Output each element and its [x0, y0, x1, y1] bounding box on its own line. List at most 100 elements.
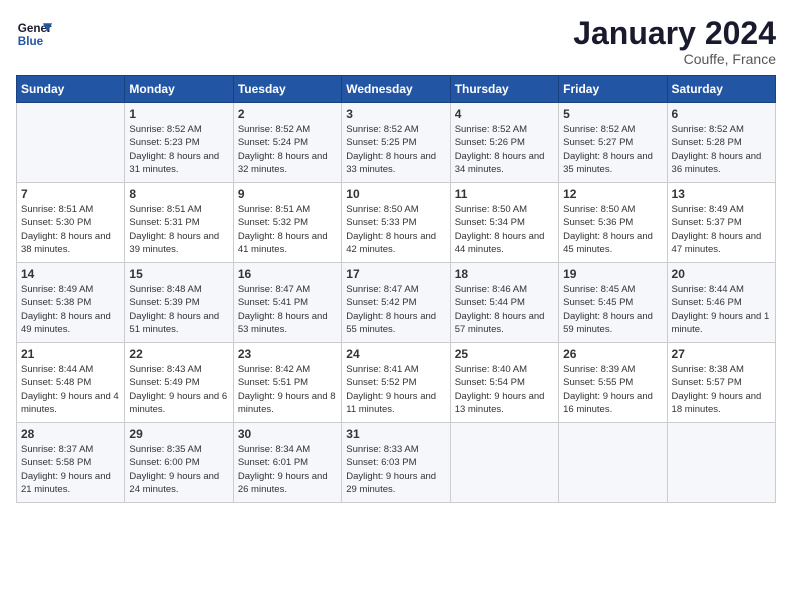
day-cell: 9 Sunrise: 8:51 AMSunset: 5:32 PMDayligh… [233, 183, 341, 263]
day-cell: 3 Sunrise: 8:52 AMSunset: 5:25 PMDayligh… [342, 103, 450, 183]
day-detail: Sunrise: 8:49 AMSunset: 5:38 PMDaylight:… [21, 283, 120, 336]
day-cell: 16 Sunrise: 8:47 AMSunset: 5:41 PMDaylig… [233, 263, 341, 343]
day-number: 8 [129, 187, 228, 201]
day-detail: Sunrise: 8:43 AMSunset: 5:49 PMDaylight:… [129, 363, 228, 416]
day-number: 15 [129, 267, 228, 281]
day-detail: Sunrise: 8:45 AMSunset: 5:45 PMDaylight:… [563, 283, 662, 336]
day-cell: 19 Sunrise: 8:45 AMSunset: 5:45 PMDaylig… [559, 263, 667, 343]
calendar-table: Sunday Monday Tuesday Wednesday Thursday… [16, 75, 776, 503]
day-cell: 11 Sunrise: 8:50 AMSunset: 5:34 PMDaylig… [450, 183, 558, 263]
day-number: 2 [238, 107, 337, 121]
day-number: 13 [672, 187, 771, 201]
day-cell: 26 Sunrise: 8:39 AMSunset: 5:55 PMDaylig… [559, 343, 667, 423]
day-cell: 1 Sunrise: 8:52 AMSunset: 5:23 PMDayligh… [125, 103, 233, 183]
day-cell: 25 Sunrise: 8:40 AMSunset: 5:54 PMDaylig… [450, 343, 558, 423]
day-cell: 28 Sunrise: 8:37 AMSunset: 5:58 PMDaylig… [17, 423, 125, 503]
day-cell: 15 Sunrise: 8:48 AMSunset: 5:39 PMDaylig… [125, 263, 233, 343]
day-detail: Sunrise: 8:35 AMSunset: 6:00 PMDaylight:… [129, 443, 228, 496]
day-number: 4 [455, 107, 554, 121]
day-cell: 27 Sunrise: 8:38 AMSunset: 5:57 PMDaylig… [667, 343, 775, 423]
day-detail: Sunrise: 8:41 AMSunset: 5:52 PMDaylight:… [346, 363, 445, 416]
logo: General Blue [16, 16, 52, 52]
day-cell: 21 Sunrise: 8:44 AMSunset: 5:48 PMDaylig… [17, 343, 125, 423]
week-row-1: 1 Sunrise: 8:52 AMSunset: 5:23 PMDayligh… [17, 103, 776, 183]
day-cell: 7 Sunrise: 8:51 AMSunset: 5:30 PMDayligh… [17, 183, 125, 263]
day-cell: 8 Sunrise: 8:51 AMSunset: 5:31 PMDayligh… [125, 183, 233, 263]
day-cell: 31 Sunrise: 8:33 AMSunset: 6:03 PMDaylig… [342, 423, 450, 503]
day-detail: Sunrise: 8:50 AMSunset: 5:36 PMDaylight:… [563, 203, 662, 256]
month-title: January 2024 [573, 16, 776, 51]
day-cell: 22 Sunrise: 8:43 AMSunset: 5:49 PMDaylig… [125, 343, 233, 423]
day-cell [559, 423, 667, 503]
day-detail: Sunrise: 8:50 AMSunset: 5:34 PMDaylight:… [455, 203, 554, 256]
day-detail: Sunrise: 8:40 AMSunset: 5:54 PMDaylight:… [455, 363, 554, 416]
day-detail: Sunrise: 8:38 AMSunset: 5:57 PMDaylight:… [672, 363, 771, 416]
day-detail: Sunrise: 8:42 AMSunset: 5:51 PMDaylight:… [238, 363, 337, 416]
day-detail: Sunrise: 8:37 AMSunset: 5:58 PMDaylight:… [21, 443, 120, 496]
day-cell: 6 Sunrise: 8:52 AMSunset: 5:28 PMDayligh… [667, 103, 775, 183]
day-number: 23 [238, 347, 337, 361]
header-tuesday: Tuesday [233, 76, 341, 103]
day-detail: Sunrise: 8:52 AMSunset: 5:25 PMDaylight:… [346, 123, 445, 176]
day-number: 9 [238, 187, 337, 201]
day-cell: 10 Sunrise: 8:50 AMSunset: 5:33 PMDaylig… [342, 183, 450, 263]
day-number: 22 [129, 347, 228, 361]
day-number: 25 [455, 347, 554, 361]
day-number: 5 [563, 107, 662, 121]
day-cell [667, 423, 775, 503]
day-detail: Sunrise: 8:44 AMSunset: 5:46 PMDaylight:… [672, 283, 771, 336]
day-number: 12 [563, 187, 662, 201]
day-cell: 30 Sunrise: 8:34 AMSunset: 6:01 PMDaylig… [233, 423, 341, 503]
day-detail: Sunrise: 8:52 AMSunset: 5:24 PMDaylight:… [238, 123, 337, 176]
day-detail: Sunrise: 8:44 AMSunset: 5:48 PMDaylight:… [21, 363, 120, 416]
day-number: 10 [346, 187, 445, 201]
day-detail: Sunrise: 8:39 AMSunset: 5:55 PMDaylight:… [563, 363, 662, 416]
day-number: 17 [346, 267, 445, 281]
day-number: 31 [346, 427, 445, 441]
day-number: 21 [21, 347, 120, 361]
header-row: Sunday Monday Tuesday Wednesday Thursday… [17, 76, 776, 103]
day-cell: 4 Sunrise: 8:52 AMSunset: 5:26 PMDayligh… [450, 103, 558, 183]
day-detail: Sunrise: 8:49 AMSunset: 5:37 PMDaylight:… [672, 203, 771, 256]
day-detail: Sunrise: 8:46 AMSunset: 5:44 PMDaylight:… [455, 283, 554, 336]
day-number: 6 [672, 107, 771, 121]
week-row-3: 14 Sunrise: 8:49 AMSunset: 5:38 PMDaylig… [17, 263, 776, 343]
calendar-body: 1 Sunrise: 8:52 AMSunset: 5:23 PMDayligh… [17, 103, 776, 503]
svg-text:Blue: Blue [18, 35, 44, 48]
day-detail: Sunrise: 8:51 AMSunset: 5:31 PMDaylight:… [129, 203, 228, 256]
day-detail: Sunrise: 8:51 AMSunset: 5:30 PMDaylight:… [21, 203, 120, 256]
day-cell: 24 Sunrise: 8:41 AMSunset: 5:52 PMDaylig… [342, 343, 450, 423]
day-cell: 13 Sunrise: 8:49 AMSunset: 5:37 PMDaylig… [667, 183, 775, 263]
day-detail: Sunrise: 8:50 AMSunset: 5:33 PMDaylight:… [346, 203, 445, 256]
day-number: 18 [455, 267, 554, 281]
day-detail: Sunrise: 8:47 AMSunset: 5:42 PMDaylight:… [346, 283, 445, 336]
day-detail: Sunrise: 8:52 AMSunset: 5:23 PMDaylight:… [129, 123, 228, 176]
day-detail: Sunrise: 8:48 AMSunset: 5:39 PMDaylight:… [129, 283, 228, 336]
day-number: 29 [129, 427, 228, 441]
header-wednesday: Wednesday [342, 76, 450, 103]
header-saturday: Saturday [667, 76, 775, 103]
day-detail: Sunrise: 8:52 AMSunset: 5:26 PMDaylight:… [455, 123, 554, 176]
location: Couffe, France [573, 51, 776, 67]
day-number: 28 [21, 427, 120, 441]
day-number: 3 [346, 107, 445, 121]
logo-icon: General Blue [16, 16, 52, 52]
day-cell: 18 Sunrise: 8:46 AMSunset: 5:44 PMDaylig… [450, 263, 558, 343]
day-number: 24 [346, 347, 445, 361]
day-cell: 5 Sunrise: 8:52 AMSunset: 5:27 PMDayligh… [559, 103, 667, 183]
header-friday: Friday [559, 76, 667, 103]
header-monday: Monday [125, 76, 233, 103]
day-number: 26 [563, 347, 662, 361]
day-cell: 14 Sunrise: 8:49 AMSunset: 5:38 PMDaylig… [17, 263, 125, 343]
day-cell: 29 Sunrise: 8:35 AMSunset: 6:00 PMDaylig… [125, 423, 233, 503]
day-detail: Sunrise: 8:52 AMSunset: 5:27 PMDaylight:… [563, 123, 662, 176]
day-detail: Sunrise: 8:51 AMSunset: 5:32 PMDaylight:… [238, 203, 337, 256]
day-number: 7 [21, 187, 120, 201]
header-thursday: Thursday [450, 76, 558, 103]
day-detail: Sunrise: 8:47 AMSunset: 5:41 PMDaylight:… [238, 283, 337, 336]
day-detail: Sunrise: 8:34 AMSunset: 6:01 PMDaylight:… [238, 443, 337, 496]
day-number: 27 [672, 347, 771, 361]
day-cell [450, 423, 558, 503]
page-header: General Blue January 2024 Couffe, France [16, 16, 776, 67]
calendar-header: Sunday Monday Tuesday Wednesday Thursday… [17, 76, 776, 103]
